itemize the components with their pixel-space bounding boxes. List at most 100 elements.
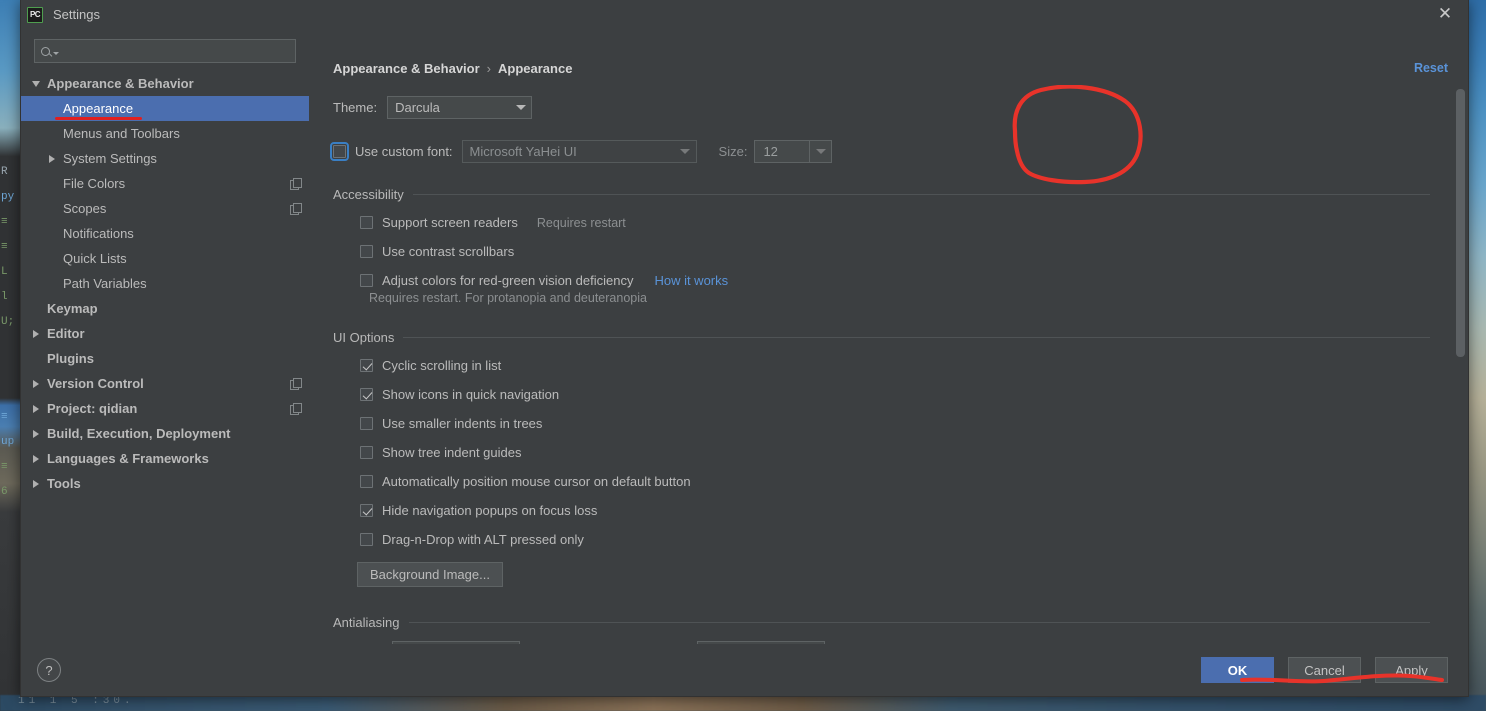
breadcrumb-separator-icon: ›: [486, 61, 492, 76]
chevron-right-icon[interactable]: [29, 329, 42, 338]
checkbox-adjust-colors-for-red-green-vision-deficiency[interactable]: [360, 274, 373, 287]
how-it-works-link[interactable]: How it works: [654, 273, 728, 288]
use-custom-font-checkbox[interactable]: [330, 142, 349, 161]
checkbox-row[interactable]: Show tree indent guides: [360, 438, 1430, 467]
checkbox-support-screen-readers[interactable]: [360, 216, 373, 229]
checkbox-use-contrast-scrollbars[interactable]: [360, 245, 373, 258]
copy-settings-icon[interactable]: [290, 403, 302, 415]
close-icon[interactable]: ✕: [1422, 0, 1468, 29]
search-box[interactable]: [34, 39, 296, 63]
breadcrumb-current: Appearance: [498, 61, 573, 76]
font-size-spinner[interactable]: 12: [754, 140, 833, 163]
ui-options-section-header: UI Options: [333, 330, 1430, 345]
copy-settings-icon[interactable]: [290, 378, 302, 390]
chevron-right-icon[interactable]: [29, 479, 42, 488]
sidebar-item-label: Languages & Frameworks: [47, 451, 209, 466]
chevron-down-icon[interactable]: [29, 80, 42, 87]
checkbox-row[interactable]: Automatically position mouse cursor on d…: [360, 467, 1430, 496]
sidebar-item-keymap[interactable]: Keymap: [21, 296, 309, 321]
settings-content-pane: Appearance & Behavior › Appearance Reset…: [309, 29, 1468, 644]
sidebar-item-editor[interactable]: Editor: [21, 321, 309, 346]
sidebar-item-label: Editor: [47, 326, 85, 341]
chevron-right-icon[interactable]: [29, 379, 42, 388]
sidebar-item-appearance[interactable]: Appearance: [21, 96, 309, 121]
background-image-button[interactable]: Background Image...: [357, 562, 503, 587]
ui-options-title: UI Options: [333, 330, 395, 345]
content-scrollbar[interactable]: [1456, 51, 1465, 644]
settings-tree: Appearance & Behavior Appearance Menus and…: [21, 71, 309, 496]
dialog-title: Settings: [53, 7, 100, 22]
checkbox-row[interactable]: Drag-n-Drop with ALT pressed only: [360, 525, 1430, 554]
theme-row: Theme: Darcula: [333, 96, 1430, 119]
checkbox-label: Hide navigation popups on focus loss: [382, 503, 598, 518]
chevron-down-icon: [512, 97, 529, 118]
breadcrumb-parent[interactable]: Appearance & Behavior: [333, 61, 480, 76]
sidebar-item-build-execution-deployment[interactable]: Build, Execution, Deployment: [21, 421, 309, 446]
chevron-right-icon[interactable]: [29, 404, 42, 413]
settings-dialog: PC Settings ✕ Appearance & Behavior Appea…: [20, 0, 1469, 697]
theme-select[interactable]: Darcula: [387, 96, 533, 119]
reset-link[interactable]: Reset: [1414, 61, 1448, 75]
annotation-underline-appearance: [55, 117, 142, 120]
sidebar-item-languages-frameworks[interactable]: Languages & Frameworks: [21, 446, 309, 471]
sidebar-item-menus-and-toolbars[interactable]: Menus and Toolbars: [21, 121, 309, 146]
chevron-right-icon[interactable]: [29, 429, 42, 438]
sidebar-item-plugins[interactable]: Plugins: [21, 346, 309, 371]
sidebar-item-version-control[interactable]: Version Control: [21, 371, 309, 396]
cancel-button[interactable]: Cancel: [1288, 657, 1361, 683]
breadcrumb: Appearance & Behavior › Appearance: [333, 61, 1430, 76]
font-size-value: 12: [763, 144, 778, 159]
chevron-right-icon[interactable]: [45, 154, 58, 163]
checkbox-label: Cyclic scrolling in list: [382, 358, 502, 373]
content-scrollbar-thumb[interactable]: [1456, 89, 1465, 357]
font-size-label: Size:: [718, 144, 748, 159]
checkbox-show-icons-in-quick-navigation[interactable]: [360, 388, 373, 401]
apply-button[interactable]: Apply: [1375, 657, 1448, 683]
custom-font-select[interactable]: Microsoft YaHei UI: [461, 140, 697, 163]
checkbox-hide-navigation-popups-on-focus-loss[interactable]: [360, 504, 373, 517]
sidebar-item-path-variables[interactable]: Path Variables: [21, 271, 309, 296]
custom-font-value: Microsoft YaHei UI: [469, 144, 577, 159]
search-input[interactable]: [64, 44, 289, 58]
checkbox-row[interactable]: Use contrast scrollbars: [360, 237, 1430, 266]
ui-options-list: Cyclic scrolling in list Show icons in qu…: [360, 351, 1430, 554]
copy-settings-icon[interactable]: [290, 203, 302, 215]
sidebar-item-label: Notifications: [63, 226, 134, 241]
checkbox-use-smaller-indents-in-trees[interactable]: [360, 417, 373, 430]
apply-button-label: Apply: [1395, 662, 1428, 678]
checkbox-row[interactable]: Support screen readers Requires restart: [360, 208, 1430, 237]
use-custom-font-label: Use custom font:: [355, 144, 453, 159]
sidebar-item-scopes[interactable]: Scopes: [21, 196, 309, 221]
checkbox-label: Use smaller indents in trees: [382, 416, 543, 431]
sidebar-item-appearance-behavior[interactable]: Appearance & Behavior: [21, 71, 309, 96]
chevron-right-icon[interactable]: [29, 454, 42, 463]
sidebar-item-label: Quick Lists: [63, 251, 127, 266]
ide-editor-gutter-text: R py ≡ ≡ L l U; ≡ up ≡ 6: [1, 166, 15, 498]
checkbox-row[interactable]: Show icons in quick navigation: [360, 380, 1430, 409]
checkbox-label: Automatically position mouse cursor on d…: [382, 474, 691, 489]
checkbox-drag-n-drop-with-alt-pressed-only[interactable]: [360, 533, 373, 546]
theme-label: Theme:: [333, 100, 378, 115]
checkbox-automatically-position-mouse-cursor-on-default-button[interactable]: [360, 475, 373, 488]
sidebar-item-quick-lists[interactable]: Quick Lists: [21, 246, 309, 271]
sidebar-item-label: Menus and Toolbars: [63, 126, 180, 141]
sidebar-item-notifications[interactable]: Notifications: [21, 221, 309, 246]
sidebar-item-tools[interactable]: Tools: [21, 471, 309, 496]
copy-settings-icon[interactable]: [290, 178, 302, 190]
ok-button[interactable]: OK: [1201, 657, 1274, 683]
checkbox-label: Show icons in quick navigation: [382, 387, 560, 402]
sidebar-item-label: Tools: [47, 476, 81, 491]
sidebar-item-project-qidian[interactable]: Project: qidian: [21, 396, 309, 421]
checkbox-row[interactable]: Use smaller indents in trees: [360, 409, 1430, 438]
sidebar-item-file-colors[interactable]: File Colors: [21, 171, 309, 196]
checkbox-show-tree-indent-guides[interactable]: [360, 446, 373, 459]
checkbox-row[interactable]: Cyclic scrolling in list: [360, 351, 1430, 380]
sidebar-item-system-settings[interactable]: System Settings: [21, 146, 309, 171]
chevron-down-icon[interactable]: [809, 141, 831, 162]
antialiasing-section-header: Antialiasing: [333, 615, 1430, 630]
sidebar-item-label: Project: qidian: [47, 401, 138, 416]
section-divider: [408, 622, 1430, 623]
checkbox-cyclic-scrolling-in-list[interactable]: [360, 359, 373, 372]
help-button[interactable]: ?: [37, 658, 61, 682]
checkbox-row[interactable]: Hide navigation popups on focus loss: [360, 496, 1430, 525]
